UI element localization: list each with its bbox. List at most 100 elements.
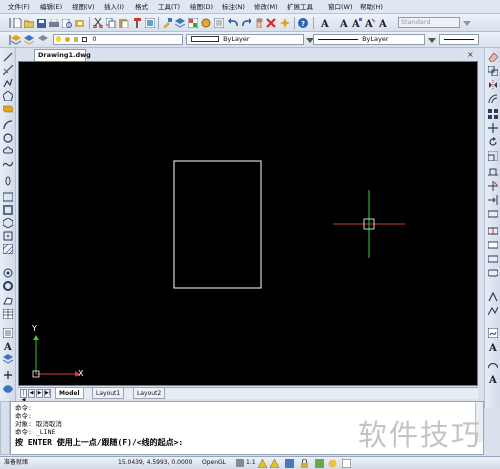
menu-view[interactable]: 视图(V) (72, 2, 95, 12)
last-layout-button[interactable]: ▶| (44, 389, 51, 398)
paint-brush-icon[interactable] (162, 18, 172, 28)
linetype-select[interactable]: ByLayer (313, 34, 425, 45)
layer-tool-icon[interactable] (3, 354, 13, 364)
find-text-icon[interactable]: A (379, 18, 389, 28)
tab-model[interactable]: Model (55, 388, 84, 399)
properties-icon[interactable] (214, 18, 224, 28)
help-icon[interactable]: ? (298, 18, 308, 28)
multiline-text-tool-icon[interactable] (3, 328, 13, 338)
fillet-icon[interactable] (488, 268, 498, 278)
copy-object-icon[interactable] (488, 66, 498, 76)
text-style-dropdown-icon[interactable] (462, 18, 472, 28)
menu-modify[interactable]: 修改(M) (254, 2, 278, 12)
clean-screen-icon[interactable] (341, 458, 352, 469)
text-icon[interactable]: A (3, 341, 13, 351)
line-icon[interactable] (3, 52, 13, 62)
menu-window[interactable]: 窗口(W) (328, 2, 353, 12)
point-icon[interactable] (3, 231, 13, 241)
layer-manager-icon[interactable] (11, 35, 21, 45)
linetype-dropdown-icon[interactable] (427, 35, 437, 45)
text-style-select[interactable]: Standard (398, 17, 460, 28)
table-icon[interactable] (3, 309, 13, 319)
menu-tools[interactable]: 工具(T) (158, 2, 180, 12)
menu-help[interactable]: 帮助(H) (360, 2, 383, 12)
menu-insert[interactable]: 插入(I) (104, 2, 124, 12)
edit-polyline-icon[interactable] (488, 306, 498, 316)
annotation-scale[interactable]: 1:1 (246, 457, 256, 469)
extension-icon[interactable] (3, 384, 13, 394)
tab-layout2[interactable]: Layout2 (133, 388, 166, 399)
lineweight-select[interactable] (439, 34, 479, 45)
trim-icon[interactable] (488, 181, 498, 191)
delete-icon[interactable] (266, 18, 276, 28)
hatch-icon[interactable] (3, 244, 13, 254)
layer-icon[interactable] (175, 18, 185, 28)
menu-file[interactable]: 文件(F) (8, 2, 30, 12)
properties-palette-icon[interactable]: A (488, 374, 498, 384)
hardware-acceleration-icon[interactable] (315, 459, 324, 469)
print-icon[interactable] (49, 18, 59, 28)
break-icon[interactable] (488, 209, 498, 219)
prev-layout-button[interactable]: ◀ (28, 389, 35, 398)
explode-icon[interactable] (280, 18, 290, 28)
edit-text-object-icon[interactable]: A (488, 342, 498, 352)
stretch-icon[interactable] (488, 167, 498, 177)
command-window-grip[interactable] (0, 401, 10, 455)
workspace-icon[interactable] (285, 459, 294, 469)
circle-icon[interactable] (3, 133, 13, 143)
lock-toolbar-icon[interactable] (300, 458, 309, 469)
save-icon[interactable] (36, 18, 46, 28)
array-icon[interactable] (488, 109, 498, 119)
tab-layout1[interactable]: Layout1 (92, 388, 125, 399)
multiline-text-icon[interactable]: A (352, 18, 362, 28)
drawing-tab[interactable]: Drawing1.dwg (34, 49, 91, 61)
chamfer-icon[interactable] (488, 254, 498, 264)
menu-extension-tools[interactable]: 扩展工具 (287, 2, 313, 12)
move-icon[interactable] (488, 123, 498, 133)
ellipse-arc-icon[interactable] (3, 192, 13, 202)
redo-icon[interactable] (241, 18, 251, 28)
publish-icon[interactable] (75, 18, 85, 28)
mirror-icon[interactable] (488, 80, 498, 90)
match-properties-icon[interactable] (132, 18, 142, 28)
revision-cloud-icon[interactable] (3, 146, 13, 156)
new-file-icon[interactable] (12, 18, 22, 28)
design-center-icon[interactable] (201, 18, 211, 28)
menu-edit[interactable]: 编辑(E) (40, 2, 62, 12)
construction-line-icon[interactable] (3, 65, 13, 75)
polygon-icon[interactable] (3, 91, 13, 101)
rectangle-icon[interactable] (3, 104, 13, 114)
isolate-objects-icon[interactable] (328, 459, 337, 469)
menu-dimension[interactable]: 标注(N) (222, 2, 245, 12)
offset-icon[interactable] (488, 94, 498, 104)
open-folder-icon[interactable] (24, 18, 34, 28)
text-tool-icon[interactable]: A (320, 18, 330, 28)
insert-block-icon[interactable] (3, 205, 13, 215)
erase-icon[interactable] (488, 52, 498, 62)
cut-icon[interactable] (93, 18, 103, 28)
print-preview-icon[interactable] (62, 18, 72, 28)
wipeout-icon[interactable] (3, 295, 13, 305)
tool-palette-icon[interactable] (188, 18, 198, 28)
first-layout-button[interactable]: |◀ (20, 389, 27, 403)
arc-icon[interactable] (3, 120, 13, 130)
edit-text-icon[interactable]: A (365, 18, 375, 28)
extend-icon[interactable] (488, 195, 498, 205)
undo-icon[interactable] (228, 18, 238, 28)
edit-attribute-icon[interactable] (488, 360, 498, 370)
annotation-scale-icon[interactable] (236, 459, 244, 467)
block-editor-icon[interactable] (145, 18, 155, 28)
spline-icon[interactable] (3, 159, 13, 169)
polyline-icon[interactable] (3, 78, 13, 88)
xref-icon[interactable] (3, 370, 13, 380)
region-icon[interactable] (3, 268, 13, 278)
annotation-visibility-icon[interactable] (257, 458, 268, 469)
copy-icon[interactable] (106, 18, 116, 28)
close-drawing-icon[interactable]: × (467, 50, 474, 59)
ellipse-icon[interactable] (3, 176, 13, 186)
break-at-point-icon[interactable] (488, 226, 498, 236)
menu-draw[interactable]: 绘图(D) (190, 2, 213, 12)
scale-icon[interactable] (488, 151, 498, 161)
make-block-icon[interactable] (3, 218, 13, 228)
menu-format[interactable]: 格式 (135, 2, 148, 12)
